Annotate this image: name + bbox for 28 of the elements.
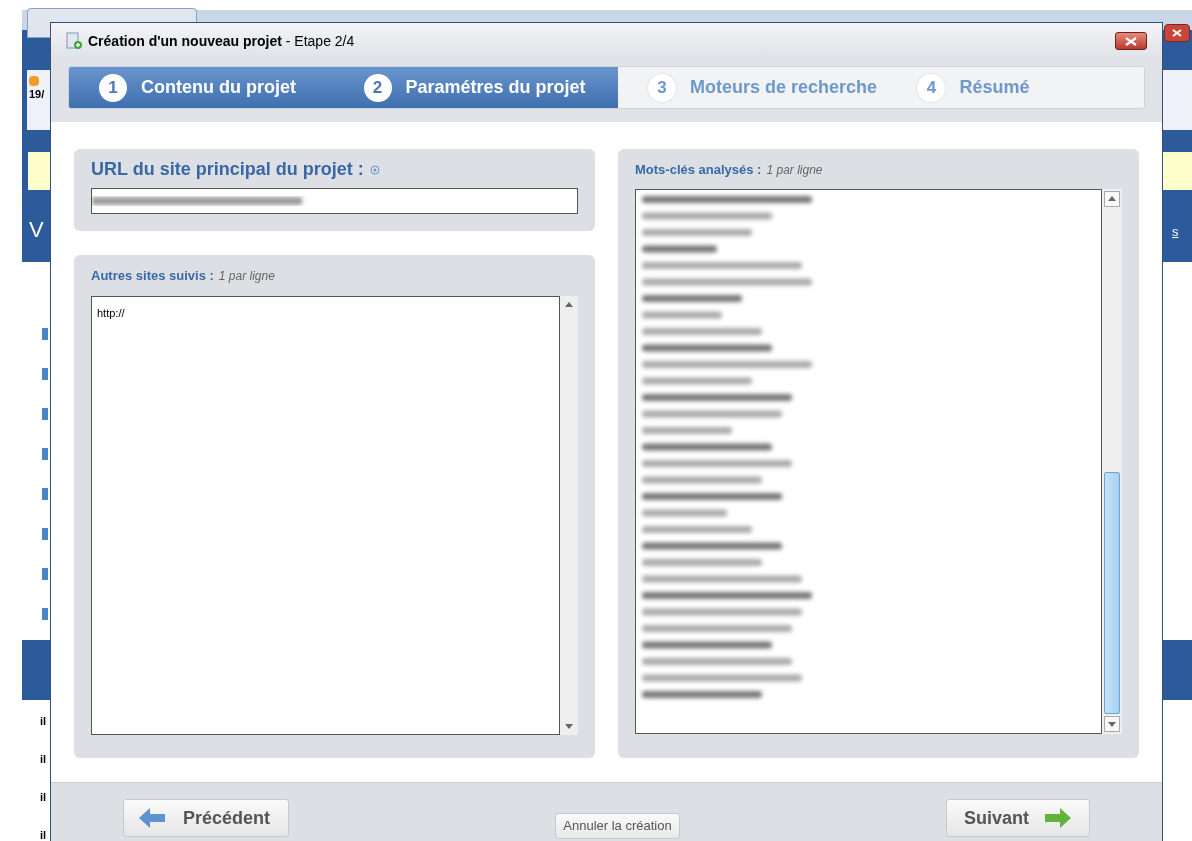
row-text: il — [40, 752, 48, 767]
hint-text: 1 par ligne — [218, 268, 275, 285]
dialog-title: Création d'un nouveau projet - Etape 2/4 — [88, 31, 355, 51]
wizard-step[interactable]: 1 Contenu du projet — [69, 67, 334, 108]
step-label: Contenu du projet — [141, 76, 296, 99]
step-number: 1 — [99, 73, 127, 102]
wizard-step[interactable]: 2 Paramétres du projet — [333, 67, 618, 108]
step-number: 3 — [648, 73, 676, 102]
url-label: URL du site principal du projet : — [91, 158, 364, 181]
step-number: 4 — [917, 73, 946, 102]
page-heading: V — [29, 216, 44, 244]
sites-label: Autres sites suivis : — [91, 267, 214, 285]
step-label: Moteurs de recherche — [690, 76, 878, 99]
hint-text: 1 par ligne — [766, 162, 823, 179]
row-text: il — [40, 714, 48, 729]
keywords-label: Mots-clés analysés : — [635, 161, 762, 179]
step-label: Paramétres du projet — [405, 76, 586, 99]
previous-button[interactable]: Précédent — [123, 799, 289, 837]
date-text: 19/ — [29, 87, 46, 102]
row-text: il — [40, 828, 48, 841]
sites-textarea[interactable]: http:// — [91, 295, 560, 735]
step-number: 2 — [363, 73, 392, 102]
cancel-button[interactable]: Annuler la création — [555, 813, 680, 839]
step-label: Résumé — [959, 76, 1030, 99]
link[interactable]: s — [1172, 222, 1179, 242]
row-text: il — [40, 790, 48, 805]
next-button[interactable]: Suivant — [946, 799, 1090, 837]
sites-value: http:// — [97, 306, 125, 319]
